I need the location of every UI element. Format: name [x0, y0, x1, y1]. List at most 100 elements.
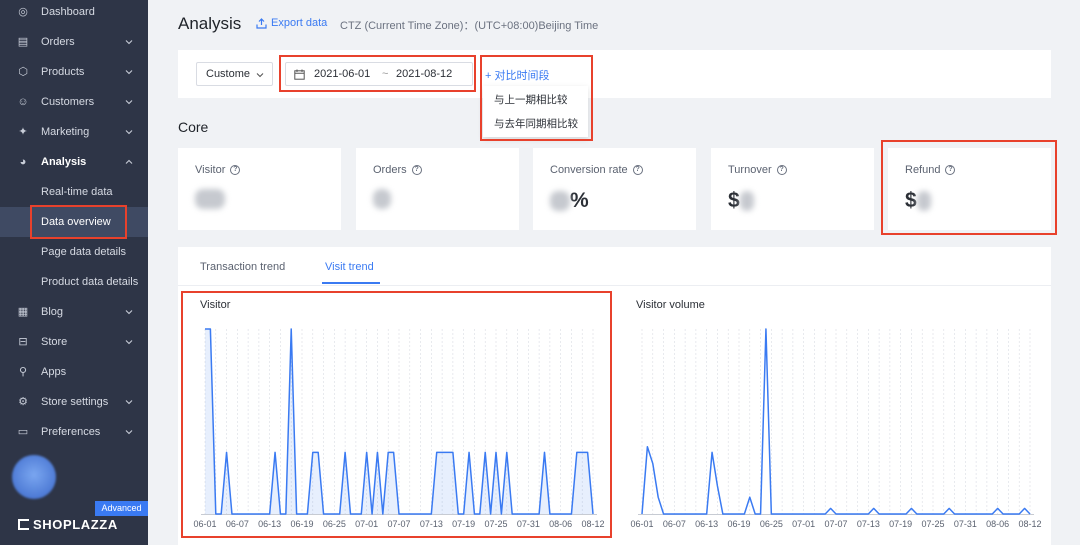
date-range-picker[interactable]: 2021-06-01 ~ 2021-08-12 [285, 62, 473, 86]
date-end: 2021-08-12 [396, 68, 453, 80]
export-data-link[interactable]: Export data [256, 17, 327, 29]
metric-label: Orders? [373, 164, 422, 176]
metric-prefix: $ [905, 189, 917, 212]
date-preset-value: Custome [206, 68, 251, 80]
sidebar-item-preferences[interactable]: ▭ Preferences [0, 417, 148, 447]
metric-label: Turnover? [728, 164, 787, 176]
metric-value: $ [728, 189, 754, 213]
metric-suffix: % [570, 189, 589, 212]
visitor-volume-chart: 06-01 06-07 06-13 06-19 06-25 07-01 07-07 07-13… [630, 328, 1042, 529]
tab-divider [178, 285, 1051, 286]
visitor-volume-chart-title: Visitor volume [636, 299, 705, 311]
metric-label-text: Conversion rate [550, 164, 628, 176]
compare-option-last-year[interactable]: 与去年同期相比较 [494, 116, 578, 131]
chevron-down-icon [125, 340, 133, 345]
metric-label-text: Refund [905, 164, 941, 176]
shoplazza-logo: SHOPLAZZA [18, 517, 118, 532]
metric-card-conversion-rate: Conversion rate?% [533, 148, 696, 230]
products-icon: ⬡ [18, 66, 28, 78]
x-tick-label: 06-19 [727, 519, 750, 529]
metric-label-text: Turnover [728, 164, 772, 176]
x-tick-label: 06-13 [258, 519, 281, 529]
sidebar-subitem-label: Page data details [41, 246, 127, 258]
x-tick-label: 08-12 [1018, 519, 1041, 529]
sidebar-item-label: Preferences [41, 426, 101, 438]
sidebar-item-label: Orders [41, 36, 75, 48]
blurred-value [739, 191, 754, 211]
orders-icon: ▤ [17, 36, 29, 48]
x-tick-label: 06-25 [760, 519, 783, 529]
sidebar-item-dashboard[interactable]: ◎ Dashboard [0, 0, 148, 27]
upload-icon [256, 17, 267, 29]
analysis-icon: ◕ [19, 156, 27, 168]
sidebar-item-orders[interactable]: ▤ Orders [0, 27, 148, 57]
apps-icon: ⚲ [18, 366, 28, 378]
sidebar-subitem-product-data-details[interactable]: Product data details [0, 267, 148, 297]
date-preset-select[interactable]: Custome [196, 62, 273, 86]
tab-transaction-trend[interactable]: Transaction trend [200, 261, 285, 273]
x-tick-label: 08-06 [986, 519, 1009, 529]
sidebar-item-label: Marketing [41, 126, 90, 138]
sidebar-item-analysis[interactable]: ◕ Analysis [0, 147, 148, 177]
sidebar-item-customers[interactable]: ☺ Customers [0, 87, 148, 117]
x-tick-label: 06-25 [323, 519, 346, 529]
sidebar-item-store-settings[interactable]: ⚙ Store settings [0, 387, 148, 417]
timezone-text: CTZ (Current Time Zone)：(UTC+08:00)Beiji… [340, 20, 599, 32]
sidebar-subitem-data-overview[interactable]: Data overview [0, 207, 148, 237]
page-title: Analysis [178, 14, 242, 33]
blurred-value [195, 189, 225, 209]
metric-value [373, 189, 391, 209]
chevron-down-icon [125, 70, 133, 75]
sidebar-item-apps[interactable]: ⚲ Apps [0, 357, 148, 387]
avatar[interactable] [12, 455, 56, 499]
x-tick-label: 06-01 [193, 519, 216, 529]
chevron-down-icon [125, 100, 133, 105]
blurred-value [916, 191, 931, 211]
sidebar-subitem-page-data-details[interactable]: Page data details [0, 237, 148, 267]
x-tick-label: 08-12 [581, 519, 604, 529]
blurred-value [373, 189, 391, 209]
marketing-icon: ✦ [18, 126, 28, 138]
help-icon[interactable]: ? [776, 165, 787, 175]
help-icon[interactable]: ? [230, 165, 241, 175]
visitor-chart-title: Visitor [200, 299, 231, 311]
sidebar-item-marketing[interactable]: ✦ Marketing [0, 117, 148, 147]
metric-card-orders: Orders? [356, 148, 519, 230]
x-tick-label: 08-06 [549, 519, 572, 529]
sidebar-item-label: Store [41, 336, 68, 348]
logo-text: SHOPLAZZA [33, 517, 118, 532]
compare-option-previous[interactable]: 与上一期相比较 [494, 92, 568, 107]
sidebar-item-label: Dashboard [41, 6, 95, 18]
sidebar-item-store[interactable]: ⊟ Store [0, 327, 148, 357]
x-tick-label: 07-19 [452, 519, 475, 529]
sidebar-item-label: Analysis [41, 156, 87, 168]
sidebar-item-label: Apps [41, 366, 67, 378]
metric-prefix: $ [728, 189, 740, 212]
active-tab-indicator [322, 282, 380, 284]
export-data-label: Export data [271, 17, 328, 29]
help-icon[interactable]: ? [632, 165, 643, 175]
x-tick-label: 07-01 [792, 519, 815, 529]
preferences-icon: ▭ [17, 426, 29, 438]
sidebar-item-label: Blog [41, 306, 64, 318]
tab-visit-trend[interactable]: Visit trend [325, 261, 374, 273]
core-section-title: Core [178, 119, 209, 135]
customers-icon: ☺ [17, 96, 29, 108]
metric-value [195, 189, 225, 209]
chevron-down-icon [125, 400, 133, 405]
metric-value: $ [905, 189, 931, 213]
sidebar-subitem-label: Product data details [41, 276, 139, 288]
sidebar-subitem-real-time-data[interactable]: Real-time data [0, 177, 148, 207]
help-icon[interactable]: ? [411, 165, 422, 175]
x-tick-label: 07-31 [517, 519, 540, 529]
chevron-down-icon [125, 310, 133, 315]
help-icon[interactable]: ? [945, 165, 956, 175]
logo-mark-icon [18, 519, 29, 530]
sidebar-item-blog[interactable]: ▦ Blog [0, 297, 148, 327]
sidebar-item-products[interactable]: ⬡ Products [0, 57, 148, 87]
chevron-down-icon [256, 73, 264, 78]
compare-period-link[interactable]: + 对比时间段 [485, 67, 549, 83]
x-tick-label: 07-25 [921, 519, 944, 529]
x-tick-label: 07-13 [420, 519, 443, 529]
metric-label: Conversion rate? [550, 164, 643, 176]
